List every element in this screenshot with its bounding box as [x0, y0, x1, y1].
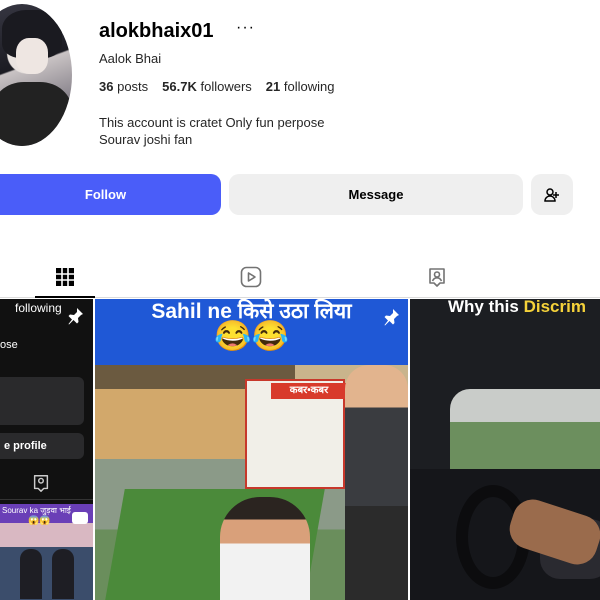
tab-tagged[interactable] [425, 265, 449, 289]
add-user-icon [544, 187, 559, 202]
profile-avatar[interactable] [0, 4, 72, 146]
active-tab-indicator [35, 296, 95, 298]
bio-line-1: This account is cratet Only fun perpose [99, 115, 325, 130]
add-user-button[interactable] [531, 174, 573, 215]
following-link[interactable]: 21 following [266, 79, 335, 94]
post2-stall-sign: कबर•कबर [271, 383, 347, 399]
post1-person [20, 549, 42, 599]
post1-profile-text: e profile [0, 433, 84, 459]
grid-post-2[interactable]: कबर•कबर Sahil ne किसे उठा लिया 😂😂 [95, 299, 408, 600]
post1-fragment-text: ose [0, 339, 18, 351]
post1-person [52, 549, 74, 599]
post1-thumb-emoji: 😱😱 [28, 515, 51, 525]
post2-person-front [220, 497, 310, 600]
post1-following-text: following [15, 301, 62, 315]
post1-placeholder-box [0, 377, 84, 425]
follow-button[interactable]: Follow [0, 174, 221, 215]
username: alokbhaix01 [99, 20, 214, 42]
message-button[interactable]: Message [229, 174, 523, 215]
avatar-body [0, 82, 72, 146]
avatar-face [16, 38, 48, 74]
pin-icon [384, 309, 399, 326]
tagged-icon [429, 268, 445, 287]
profile-stats: 36 posts 56.7K followers 21 following [99, 79, 334, 94]
pin-icon [68, 308, 83, 325]
bio-line-2: Sourav joshi fan [99, 132, 193, 147]
post1-divider [0, 499, 93, 500]
grid-post-3[interactable]: Why this Discrim [410, 299, 600, 600]
post2-emoji: 😂😂 [214, 320, 289, 353]
grid-post-1[interactable]: following ose e profile Sourav ka जुड़वा… [0, 299, 93, 600]
post2-wall [95, 389, 265, 459]
tab-posts[interactable] [53, 265, 77, 289]
posts-count: 36 posts [99, 79, 149, 94]
followers-link[interactable]: 56.7K followers [162, 79, 252, 94]
tab-reels[interactable] [239, 265, 263, 289]
post2-person-right [345, 365, 408, 600]
post3-caption: Why this Discrim [448, 299, 586, 316]
full-name: Aalok Bhai [99, 51, 162, 66]
grid-icon [56, 268, 74, 286]
more-icon[interactable]: ··· [236, 19, 255, 37]
video-icon [72, 512, 88, 524]
tagged-icon [33, 475, 49, 492]
reels-icon [240, 266, 262, 288]
